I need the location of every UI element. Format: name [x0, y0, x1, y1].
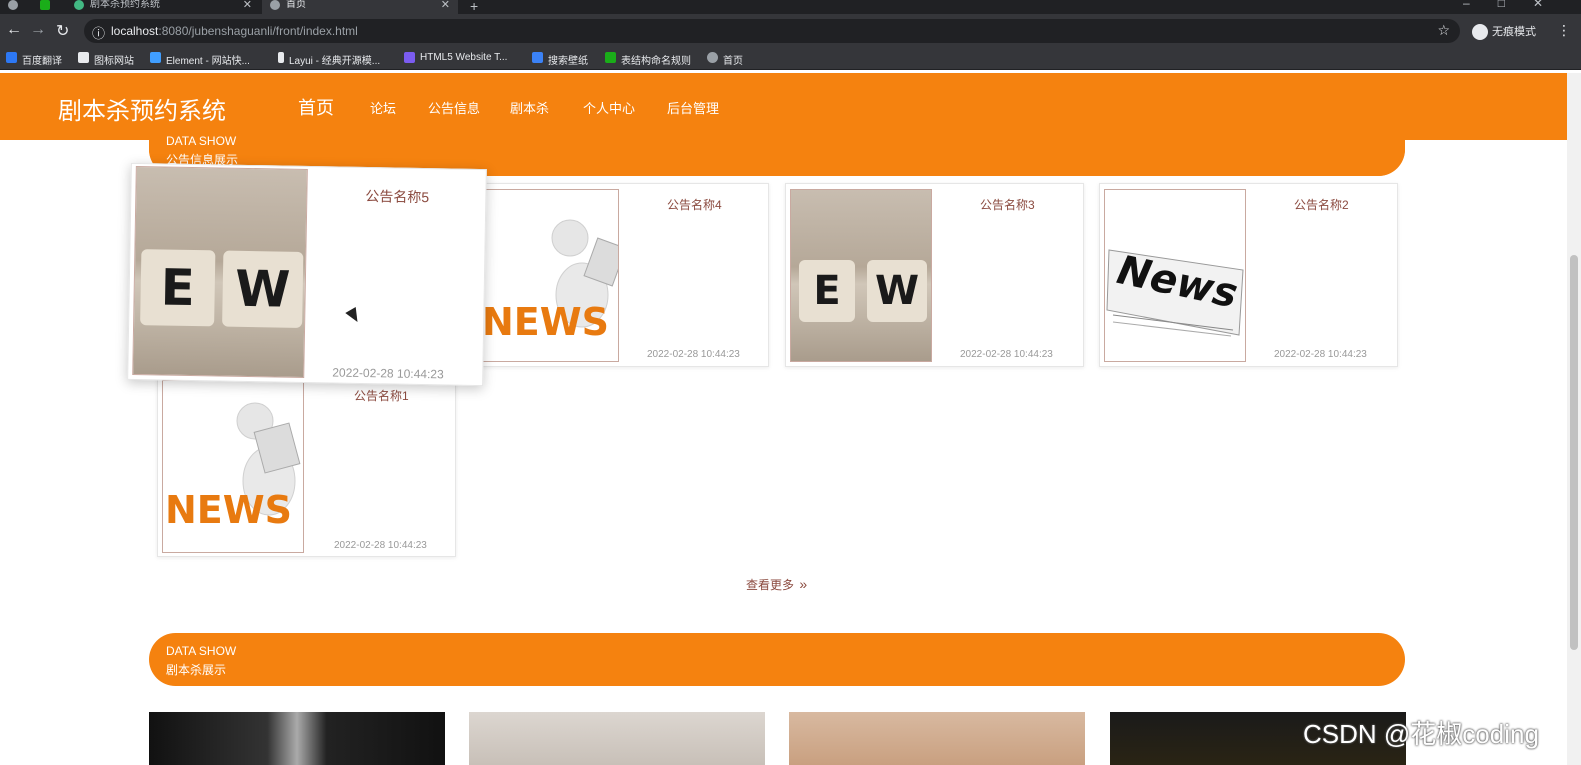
globe-icon: [8, 0, 18, 10]
bookmark-star-icon[interactable]: ☆: [1437, 22, 1450, 39]
notice-date: 2022-02-28 10:44:23: [334, 540, 427, 551]
news-figure-image: NEWS: [162, 380, 304, 553]
browser-toolbar: ← → ↻ ⓘ localhost:8080/jubenshaguanli/fr…: [0, 14, 1581, 48]
notice-card[interactable]: NEWS 公告名称4 2022-02-28 10:44:23: [470, 183, 769, 367]
bookmark-item[interactable]: 百度翻译: [6, 52, 62, 67]
close-icon[interactable]: ✕: [243, 0, 252, 11]
nav-home[interactable]: 首页: [298, 94, 334, 120]
tab-title: 首页: [286, 0, 306, 10]
site-title: 剧本杀预约系统: [58, 98, 226, 125]
script-thumbnail[interactable]: [789, 712, 1085, 765]
element-icon: [150, 52, 161, 63]
newspaper-image: News: [1104, 189, 1246, 362]
ew-blocks-image: E W: [132, 165, 308, 378]
html5-icon: [404, 52, 415, 63]
section-en-title: DATA SHOW: [166, 134, 237, 148]
script-thumbnail[interactable]: [149, 712, 445, 765]
reload-icon[interactable]: ↻: [56, 21, 69, 41]
browser-tab-strip: 剧本杀预约系统 ✕ 首页 ✕ + –□✕: [0, 0, 1581, 14]
page-scrollbar[interactable]: [1567, 73, 1581, 765]
bookmark-item[interactable]: 表结构命名规则: [605, 52, 691, 67]
sheet-icon: [40, 0, 50, 10]
browser-tab[interactable]: [40, 0, 60, 14]
notice-name: 公告名称1: [354, 389, 409, 403]
script-section-bar: DATA SHOW 剧本杀展示: [149, 633, 1405, 686]
double-chevron-right-icon: »: [799, 576, 808, 592]
notice-card-hovered[interactable]: E W 公告名称5 2022-02-28 10:44:23: [127, 162, 487, 387]
wallpaper-icon: [532, 52, 543, 63]
back-arrow-icon[interactable]: ←: [6, 21, 22, 39]
browser-tab[interactable]: [8, 0, 28, 14]
notice-date: 2022-02-28 10:44:23: [647, 349, 740, 360]
notice-card[interactable]: NEWS 公告名称1 2022-02-28 10:44:23: [157, 369, 456, 557]
layui-icon: [278, 52, 284, 63]
bookmark-item[interactable]: HTML5 Website T...: [404, 52, 507, 63]
incognito-icon: [1472, 24, 1488, 41]
bookmark-item[interactable]: Layui - 经典开源模...: [278, 52, 380, 67]
bookmark-item[interactable]: 搜索壁纸: [532, 52, 588, 67]
more-menu-icon[interactable]: ⋮: [1557, 22, 1571, 39]
tab-title: 剧本杀预约系统: [90, 0, 160, 10]
svg-text:NEWS: NEWS: [482, 300, 609, 344]
bookmark-item[interactable]: 首页: [707, 52, 743, 67]
scrollbar-thumb[interactable]: [1570, 255, 1578, 650]
incognito-indicator[interactable]: 无痕模式: [1472, 23, 1536, 41]
nav-profile[interactable]: 个人中心: [583, 98, 635, 117]
bookmarks-bar: 百度翻译 图标网站 Element - 网站快... Layui - 经典开源模…: [0, 48, 1581, 70]
nav-forum[interactable]: 论坛: [370, 98, 396, 117]
ew-blocks-image: E W: [790, 189, 932, 362]
notice-date: 2022-02-28 10:44:23: [1274, 349, 1367, 360]
script-thumbnail[interactable]: [469, 712, 765, 765]
notice-name: 公告名称2: [1294, 198, 1349, 212]
watermark: CSDN @花椒coding: [1303, 719, 1539, 749]
nav-admin[interactable]: 后台管理: [667, 98, 719, 117]
nav-scripts[interactable]: 剧本杀: [510, 98, 549, 117]
notice-card[interactable]: E W 公告名称3 2022-02-28 10:44:23: [785, 183, 1084, 367]
sheet-icon: [605, 52, 616, 63]
notice-date: 2022-02-28 10:44:23: [960, 349, 1053, 360]
browser-tab[interactable]: 剧本杀预约系统 ✕: [74, 0, 252, 14]
globe-icon: [707, 52, 718, 63]
address-bar[interactable]: ⓘ localhost:8080/jubenshaguanli/front/in…: [84, 19, 1460, 43]
nav-notices[interactable]: 公告信息: [428, 98, 480, 117]
forward-arrow-icon[interactable]: →: [30, 21, 46, 39]
section-cn-title: 剧本杀展示: [166, 663, 227, 677]
browser-tab-active[interactable]: 首页 ✕: [262, 0, 458, 14]
notice-name: 公告名称3: [980, 198, 1035, 212]
bookmark-item[interactable]: 图标网站: [78, 52, 134, 67]
info-icon[interactable]: ⓘ: [92, 23, 105, 42]
notice-name: 公告名称5: [365, 188, 430, 206]
translate-icon: [6, 52, 17, 63]
new-tab-button[interactable]: +: [470, 0, 478, 14]
notice-name: 公告名称4: [667, 198, 722, 212]
url-text: localhost:8080/jubenshaguanli/front/inde…: [111, 24, 358, 38]
window-controls[interactable]: –□✕: [1463, 0, 1571, 10]
bookmark-item[interactable]: Element - 网站快...: [150, 52, 250, 67]
view-more-link[interactable]: 查看更多 »: [746, 576, 807, 593]
close-icon[interactable]: ✕: [441, 0, 450, 11]
vue-icon: [74, 0, 84, 10]
flag-icon: [78, 52, 89, 63]
notice-date: 2022-02-28 10:44:23: [332, 365, 444, 382]
news-figure-image: NEWS: [479, 189, 619, 362]
section-en-title: DATA SHOW: [166, 644, 237, 658]
notice-card[interactable]: News 公告名称2 2022-02-28 10:44:23: [1099, 183, 1398, 367]
globe-icon: [270, 0, 280, 10]
svg-text:NEWS: NEWS: [165, 488, 292, 532]
